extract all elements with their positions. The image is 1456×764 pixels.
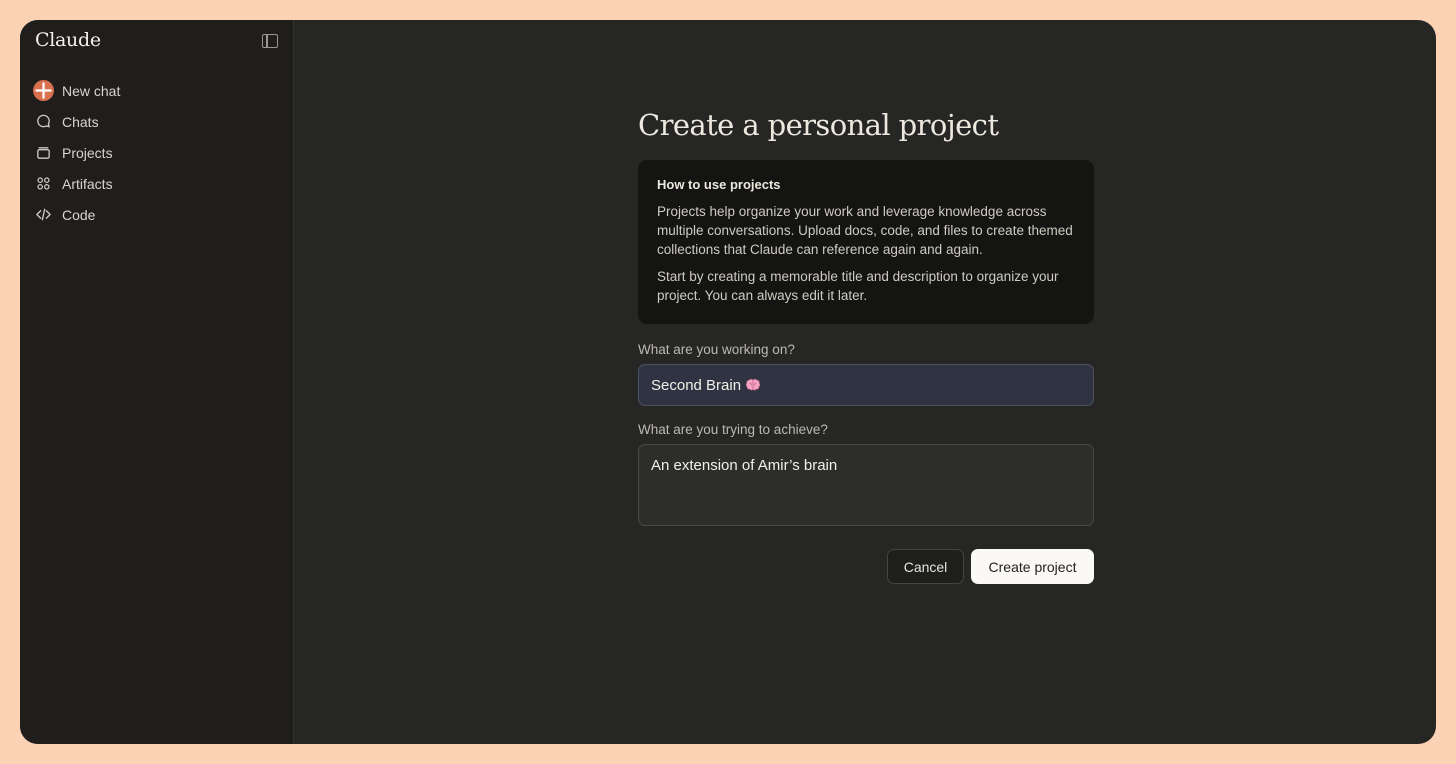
project-goal-label: What are you trying to achieve? <box>638 422 828 437</box>
sidebar-item-new-chat[interactable]: New chat <box>32 75 282 106</box>
brand-logo: Claude <box>35 29 101 51</box>
info-paragraph: Start by creating a memorable title and … <box>657 269 1059 303</box>
project-goal-textarea[interactable]: An extension of Amir’s brain <box>638 444 1094 526</box>
plus-icon <box>32 80 54 102</box>
sidebar: Claude New chat Chats Projects Artifacts… <box>20 20 294 744</box>
create-project-form: Create a personal project How to use pro… <box>638 105 1094 584</box>
project-name-label: What are you working on? <box>638 342 795 357</box>
sidebar-nav: New chat Chats Projects Artifacts Code <box>32 75 282 230</box>
code-icon <box>32 204 54 226</box>
sidebar-toggle-icon[interactable] <box>262 34 278 48</box>
sidebar-item-projects[interactable]: Projects <box>32 137 282 168</box>
sidebar-item-code[interactable]: Code <box>32 199 282 230</box>
project-name-input[interactable]: Second Brain <box>638 364 1094 406</box>
main-panel: Create a personal project How to use pro… <box>294 20 1436 744</box>
page-title: Create a personal project <box>638 108 999 142</box>
sidebar-item-chats[interactable]: Chats <box>32 106 282 137</box>
sidebar-item-label: Artifacts <box>62 175 113 192</box>
sidebar-item-label: Code <box>62 206 96 223</box>
cancel-button[interactable]: Cancel <box>887 549 964 584</box>
sidebar-item-label: New chat <box>62 82 121 99</box>
create-project-button[interactable]: Create project <box>971 549 1094 584</box>
form-actions: Cancel Create project <box>638 549 1094 584</box>
folder-icon <box>32 142 54 164</box>
artifacts-icon <box>32 173 54 195</box>
project-name-value: Second Brain <box>651 376 742 394</box>
info-title: How to use projects <box>657 177 781 192</box>
app-window: Claude New chat Chats Projects Artifacts… <box>20 20 1436 744</box>
info-paragraph: Projects help organize your work and lev… <box>657 204 1073 257</box>
project-goal-value: An extension of Amir’s brain <box>651 457 838 474</box>
sidebar-item-label: Projects <box>62 144 113 161</box>
sidebar-item-artifacts[interactable]: Artifacts <box>32 168 282 199</box>
brain-icon <box>745 378 761 392</box>
chat-bubble-icon <box>32 111 54 133</box>
sidebar-item-label: Chats <box>62 113 99 130</box>
info-box: How to use projects Projects help organi… <box>638 160 1094 324</box>
